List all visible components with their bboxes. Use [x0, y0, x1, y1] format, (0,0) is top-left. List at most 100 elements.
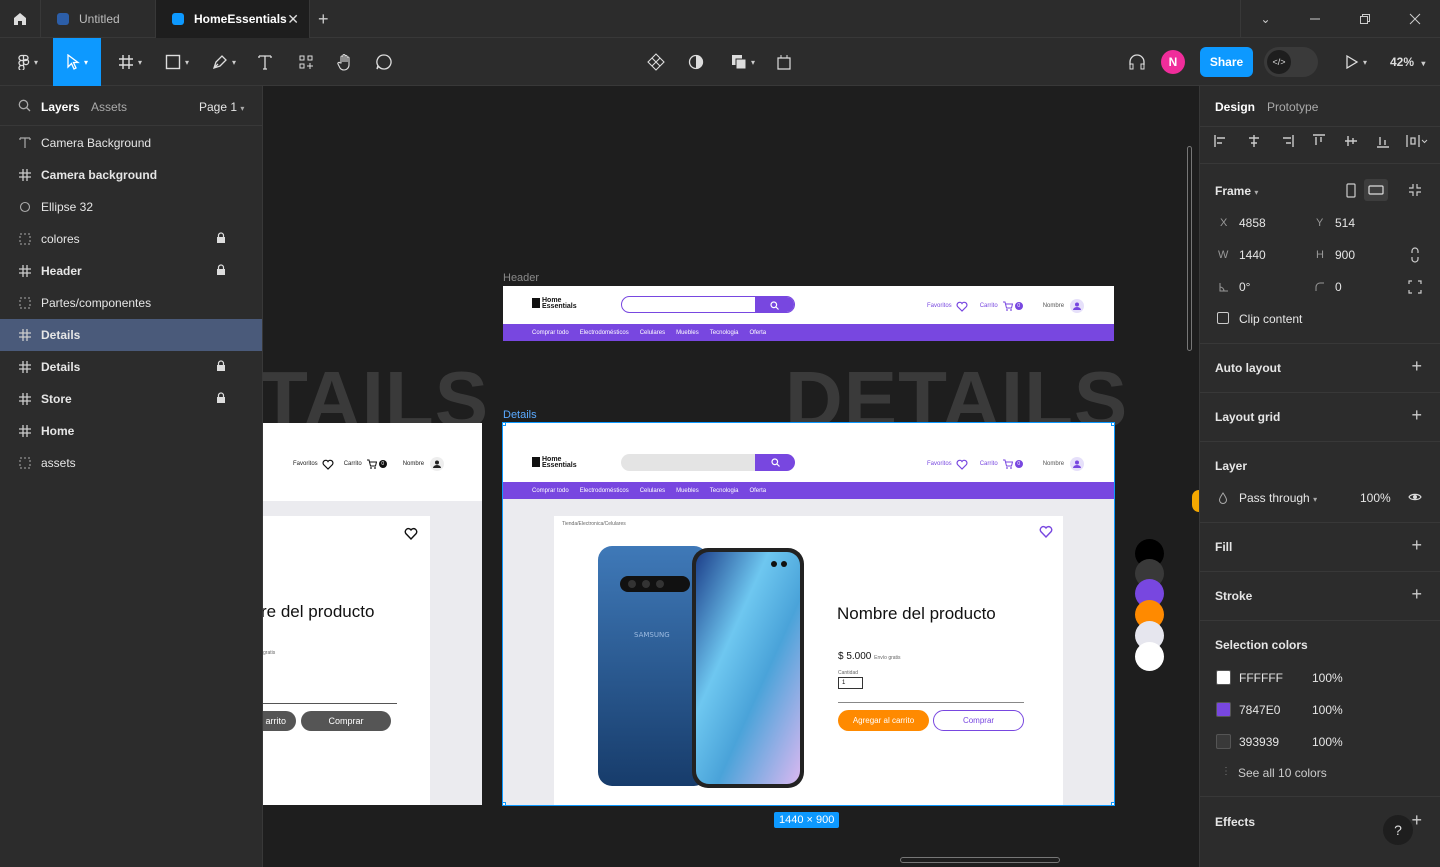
crop-button[interactable] [771, 38, 797, 86]
component-button[interactable] [643, 38, 669, 86]
color-hex[interactable]: 393939 [1239, 735, 1279, 749]
layer-row[interactable]: Ellipse 32 [0, 191, 262, 223]
layer-row[interactable]: Camera Background [0, 127, 262, 159]
lock-icon[interactable] [216, 264, 226, 276]
align-top-icon[interactable] [1312, 134, 1326, 148]
buy-button[interactable]: Comprar [933, 710, 1024, 731]
radius-input[interactable]: 0 [1335, 280, 1342, 294]
header-frame-label[interactable]: Header [503, 272, 539, 284]
nav-item[interactable]: Celulares [640, 488, 665, 494]
nav-item[interactable]: Oferta [749, 330, 766, 336]
layer-row[interactable]: Partes/componentes [0, 287, 262, 319]
nav-item[interactable]: Comprar todo [532, 330, 569, 336]
palette-swatch[interactable] [1135, 642, 1164, 671]
layer-row[interactable]: Camera background [0, 159, 262, 191]
add-auto-layout-button[interactable]: + [1411, 356, 1422, 377]
resources-button[interactable] [293, 38, 319, 86]
breadcrumb[interactable]: Tienda/Electronica/Celulares [562, 521, 626, 527]
carrito-link[interactable]: Carrito [344, 461, 362, 467]
vertical-scrollbar[interactable] [1187, 146, 1192, 351]
comment-tool-button[interactable] [371, 38, 397, 86]
header-frame[interactable]: Home Essentials Favoritos Carrito 0 Nombr… [503, 286, 1114, 341]
boolean-button[interactable]: ▾ [724, 38, 762, 86]
favoritos-link[interactable]: Favoritos [927, 461, 952, 467]
nav-item[interactable]: Celulares [640, 330, 665, 336]
home-tab[interactable] [0, 0, 41, 38]
frame-section-title[interactable]: Frame ▾ [1215, 184, 1258, 198]
portrait-icon[interactable] [1344, 183, 1358, 199]
main-menu-button[interactable]: ▾ [8, 38, 48, 86]
favoritos-link[interactable]: Favoritos [293, 461, 318, 467]
nav-item[interactable]: Electrodomésticos [580, 488, 629, 494]
minimize-button[interactable] [1290, 0, 1340, 38]
eye-icon[interactable] [1408, 492, 1422, 502]
buy-button[interactable]: Comprar [301, 711, 391, 731]
search-icon[interactable] [18, 99, 31, 112]
canvas[interactable]: TAILS DETAILS Header Home Essentials Favo… [263, 86, 1199, 867]
add-stroke-button[interactable]: + [1411, 584, 1422, 605]
dev-mode-toggle[interactable]: </> [1264, 47, 1318, 77]
help-button[interactable]: ? [1383, 815, 1413, 845]
lock-icon[interactable] [216, 232, 226, 244]
nav-item[interactable]: Tecnologia [710, 488, 739, 494]
layer-row[interactable]: Header [0, 255, 262, 287]
site-search-bar[interactable] [621, 454, 795, 471]
nav-item[interactable]: Oferta [749, 488, 766, 494]
color-opacity[interactable]: 100% [1312, 703, 1343, 717]
user-avatar[interactable]: N [1161, 50, 1185, 74]
details-frame-offscreen[interactable]: Favoritos Carrito 0 Nombre re del produc… [263, 423, 482, 805]
layer-row[interactable]: Store [0, 383, 262, 415]
user-avatar-icon[interactable] [430, 457, 445, 471]
heart-icon[interactable] [404, 527, 418, 540]
lock-icon[interactable] [216, 392, 226, 404]
site-search-button[interactable] [755, 454, 795, 471]
x-input[interactable]: 4858 [1239, 216, 1266, 230]
audio-button[interactable] [1124, 38, 1150, 86]
hand-tool-button[interactable] [332, 38, 358, 86]
color-hex[interactable]: 7847E0 [1239, 703, 1280, 717]
layer-row[interactable]: Home [0, 415, 262, 447]
tab-design[interactable]: Design [1215, 100, 1255, 114]
close-icon[interactable]: ✕ [287, 11, 299, 28]
chevron-down-icon[interactable]: ⌄ [1240, 0, 1290, 38]
h-input[interactable]: 900 [1335, 248, 1355, 262]
heart-icon[interactable] [1039, 525, 1053, 538]
layer-row[interactable]: Details [0, 319, 262, 351]
color-swatch[interactable] [1216, 734, 1231, 749]
pen-tool-button[interactable]: ▾ [204, 38, 244, 86]
layer-row[interactable]: Details [0, 351, 262, 383]
shape-tool-button[interactable]: ▾ [157, 38, 197, 86]
color-opacity[interactable]: 100% [1312, 735, 1343, 749]
align-left-icon[interactable] [1214, 134, 1228, 148]
resize-handle[interactable] [503, 802, 506, 805]
favoritos-link[interactable]: Favoritos [927, 303, 952, 309]
add-to-cart-button[interactable]: arrito [263, 711, 296, 731]
independent-corners-icon[interactable] [1408, 280, 1422, 294]
frame-tool-button[interactable]: ▾ [110, 38, 150, 86]
add-effect-button[interactable]: + [1411, 810, 1422, 831]
site-search-bar[interactable] [621, 296, 795, 313]
rotation-input[interactable]: 0° [1239, 280, 1250, 294]
resize-handle[interactable] [1111, 802, 1114, 805]
add-layout-grid-button[interactable]: + [1411, 405, 1422, 426]
close-window-button[interactable] [1390, 0, 1440, 38]
color-swatch[interactable] [1216, 702, 1231, 717]
nav-item[interactable]: Muebles [676, 488, 699, 494]
align-bottom-icon[interactable] [1376, 134, 1390, 148]
y-input[interactable]: 514 [1335, 216, 1355, 230]
tab-prototype[interactable]: Prototype [1267, 100, 1318, 114]
nav-item[interactable]: Tecnologia [710, 330, 739, 336]
layer-row[interactable]: colores [0, 223, 262, 255]
present-button[interactable]: ▾ [1336, 38, 1376, 86]
quantity-input[interactable]: 1 [838, 677, 863, 689]
new-tab-button[interactable]: + [318, 9, 329, 30]
layer-opacity-input[interactable]: 100% [1360, 491, 1391, 505]
carrito-link[interactable]: Carrito [980, 461, 998, 467]
nav-item[interactable]: Comprar todo [532, 488, 569, 494]
resize-to-fit-icon[interactable] [1408, 183, 1422, 197]
blend-mode-dropdown[interactable]: Pass through ▾ [1239, 491, 1317, 505]
carrito-link[interactable]: Carrito [980, 303, 998, 309]
tab-untitled[interactable]: Untitled [41, 0, 156, 38]
user-avatar-icon[interactable] [1070, 299, 1085, 313]
add-fill-button[interactable]: + [1411, 535, 1422, 556]
